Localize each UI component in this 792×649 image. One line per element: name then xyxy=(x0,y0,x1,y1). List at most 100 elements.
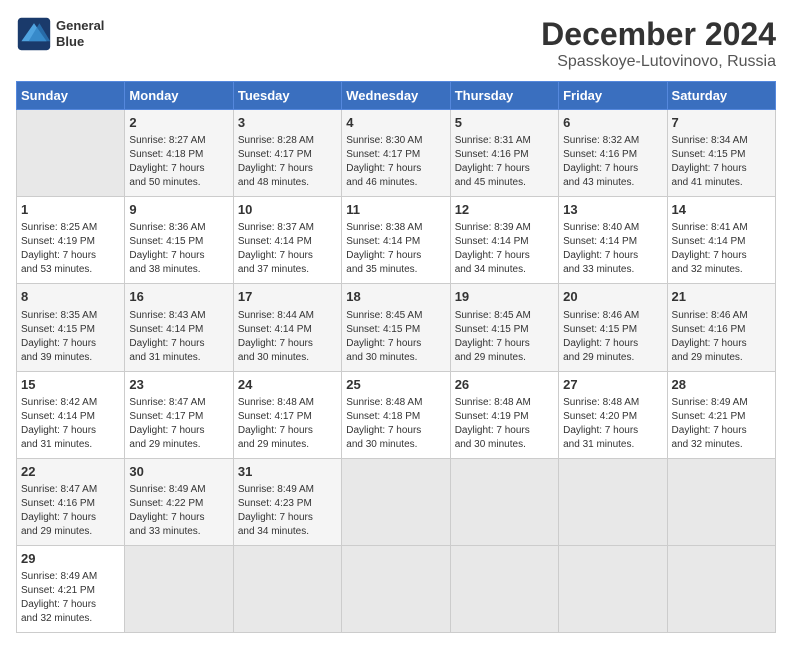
cell-text: Sunset: 4:14 PM xyxy=(21,411,95,422)
cell-text: Sunrise: 8:30 AM xyxy=(346,135,422,146)
calendar-cell: 10Sunrise: 8:37 AMSunset: 4:14 PMDayligh… xyxy=(233,197,341,284)
calendar-week-row: 15Sunrise: 8:42 AMSunset: 4:14 PMDayligh… xyxy=(17,371,776,458)
day-number: 9 xyxy=(129,201,228,219)
cell-text: Sunrise: 8:37 AM xyxy=(238,222,314,233)
calendar-cell: 3Sunrise: 8:28 AMSunset: 4:17 PMDaylight… xyxy=(233,110,341,197)
cell-text: Sunset: 4:17 PM xyxy=(346,149,420,160)
cell-text: Sunset: 4:14 PM xyxy=(455,236,529,247)
cell-text: Sunrise: 8:48 AM xyxy=(346,397,422,408)
cell-text: Sunrise: 8:28 AM xyxy=(238,135,314,146)
calendar-cell: 24Sunrise: 8:48 AMSunset: 4:17 PMDayligh… xyxy=(233,371,341,458)
cell-text: and 29 minutes. xyxy=(21,526,92,537)
cell-text: Sunrise: 8:46 AM xyxy=(672,310,748,321)
cell-text: Daylight: 7 hours xyxy=(129,250,204,261)
cell-text: Sunset: 4:21 PM xyxy=(21,585,95,596)
day-number: 4 xyxy=(346,114,445,132)
cell-text: Sunrise: 8:31 AM xyxy=(455,135,531,146)
cell-text: Sunset: 4:16 PM xyxy=(21,498,95,509)
cell-text: and 29 minutes. xyxy=(129,439,200,450)
header-day-monday: Monday xyxy=(125,82,233,110)
title-block: December 2024 Spasskoye-Lutovinovo, Russ… xyxy=(541,16,776,71)
cell-text: and 31 minutes. xyxy=(563,439,634,450)
cell-text: Sunset: 4:17 PM xyxy=(238,149,312,160)
cell-text: Daylight: 7 hours xyxy=(129,512,204,523)
cell-text: and 53 minutes. xyxy=(21,264,92,275)
day-number: 5 xyxy=(455,114,554,132)
cell-text: Daylight: 7 hours xyxy=(238,163,313,174)
cell-text: and 30 minutes. xyxy=(346,352,417,363)
cell-text: Daylight: 7 hours xyxy=(563,425,638,436)
calendar-cell: 18Sunrise: 8:45 AMSunset: 4:15 PMDayligh… xyxy=(342,284,450,371)
cell-text: Daylight: 7 hours xyxy=(672,425,747,436)
cell-text: Daylight: 7 hours xyxy=(238,425,313,436)
calendar-table: SundayMondayTuesdayWednesdayThursdayFrid… xyxy=(16,81,776,633)
day-number: 28 xyxy=(672,376,771,394)
header-day-sunday: Sunday xyxy=(17,82,125,110)
cell-text: Daylight: 7 hours xyxy=(672,338,747,349)
calendar-cell xyxy=(559,545,667,632)
calendar-cell xyxy=(342,545,450,632)
cell-text: Daylight: 7 hours xyxy=(21,599,96,610)
calendar-week-row: 1Sunrise: 8:25 AMSunset: 4:19 PMDaylight… xyxy=(17,197,776,284)
location-title: Spasskoye-Lutovinovo, Russia xyxy=(541,53,776,71)
cell-text: and 39 minutes. xyxy=(21,352,92,363)
cell-text: Daylight: 7 hours xyxy=(672,163,747,174)
day-number: 24 xyxy=(238,376,337,394)
cell-text: Sunset: 4:14 PM xyxy=(129,324,203,335)
calendar-cell: 8Sunrise: 8:35 AMSunset: 4:15 PMDaylight… xyxy=(17,284,125,371)
day-number: 26 xyxy=(455,376,554,394)
cell-text: Sunset: 4:20 PM xyxy=(563,411,637,422)
day-number: 14 xyxy=(672,201,771,219)
day-number: 8 xyxy=(21,288,120,306)
calendar-week-row: 29 Sunrise: 8:49 AM Sunset: 4:21 PM Dayligh… xyxy=(17,545,776,632)
calendar-cell: 27Sunrise: 8:48 AMSunset: 4:20 PMDayligh… xyxy=(559,371,667,458)
calendar-cell: 26Sunrise: 8:48 AMSunset: 4:19 PMDayligh… xyxy=(450,371,558,458)
cell-text: and 29 minutes. xyxy=(455,352,526,363)
calendar-cell: 28Sunrise: 8:49 AMSunset: 4:21 PMDayligh… xyxy=(667,371,775,458)
cell-text: Daylight: 7 hours xyxy=(455,338,530,349)
day-number: 27 xyxy=(563,376,662,394)
cell-text: Daylight: 7 hours xyxy=(129,425,204,436)
calendar-cell: 13Sunrise: 8:40 AMSunset: 4:14 PMDayligh… xyxy=(559,197,667,284)
cell-text: Daylight: 7 hours xyxy=(21,250,96,261)
cell-text: and 32 minutes. xyxy=(21,613,92,624)
cell-text: Sunrise: 8:36 AM xyxy=(129,222,205,233)
calendar-cell: 4Sunrise: 8:30 AMSunset: 4:17 PMDaylight… xyxy=(342,110,450,197)
cell-text: and 34 minutes. xyxy=(455,264,526,275)
cell-text: Sunrise: 8:48 AM xyxy=(238,397,314,408)
cell-text: Sunset: 4:14 PM xyxy=(238,324,312,335)
cell-text: and 31 minutes. xyxy=(21,439,92,450)
cell-text: and 37 minutes. xyxy=(238,264,309,275)
cell-text: Sunset: 4:14 PM xyxy=(563,236,637,247)
calendar-cell xyxy=(559,458,667,545)
header-day-friday: Friday xyxy=(559,82,667,110)
day-number: 1 xyxy=(21,201,120,219)
cell-text: Sunset: 4:18 PM xyxy=(346,411,420,422)
cell-text: and 29 minutes. xyxy=(563,352,634,363)
calendar-header-row: SundayMondayTuesdayWednesdayThursdayFrid… xyxy=(17,82,776,110)
cell-text: and 33 minutes. xyxy=(129,526,200,537)
day-number: 29 xyxy=(21,550,120,568)
cell-text: and 34 minutes. xyxy=(238,526,309,537)
cell-text: Sunrise: 8:35 AM xyxy=(21,310,97,321)
cell-text: and 43 minutes. xyxy=(563,177,634,188)
day-number: 6 xyxy=(563,114,662,132)
calendar-cell: 29 Sunrise: 8:49 AM Sunset: 4:21 PM Dayligh… xyxy=(17,545,125,632)
calendar-week-row: 2Sunrise: 8:27 AMSunset: 4:18 PMDaylight… xyxy=(17,110,776,197)
day-number: 21 xyxy=(672,288,771,306)
cell-text: and 31 minutes. xyxy=(129,352,200,363)
cell-text: Sunrise: 8:49 AM xyxy=(21,571,97,582)
calendar-cell: 5Sunrise: 8:31 AMSunset: 4:16 PMDaylight… xyxy=(450,110,558,197)
calendar-cell xyxy=(342,458,450,545)
day-number: 31 xyxy=(238,463,337,481)
day-number: 13 xyxy=(563,201,662,219)
calendar-cell: 1Sunrise: 8:25 AMSunset: 4:19 PMDaylight… xyxy=(17,197,125,284)
calendar-cell: 6Sunrise: 8:32 AMSunset: 4:16 PMDaylight… xyxy=(559,110,667,197)
cell-text: Sunset: 4:23 PM xyxy=(238,498,312,509)
header-day-tuesday: Tuesday xyxy=(233,82,341,110)
calendar-cell xyxy=(233,545,341,632)
cell-text: Sunrise: 8:32 AM xyxy=(563,135,639,146)
cell-text: Sunrise: 8:40 AM xyxy=(563,222,639,233)
cell-text: Sunset: 4:14 PM xyxy=(238,236,312,247)
cell-text: Sunrise: 8:47 AM xyxy=(129,397,205,408)
